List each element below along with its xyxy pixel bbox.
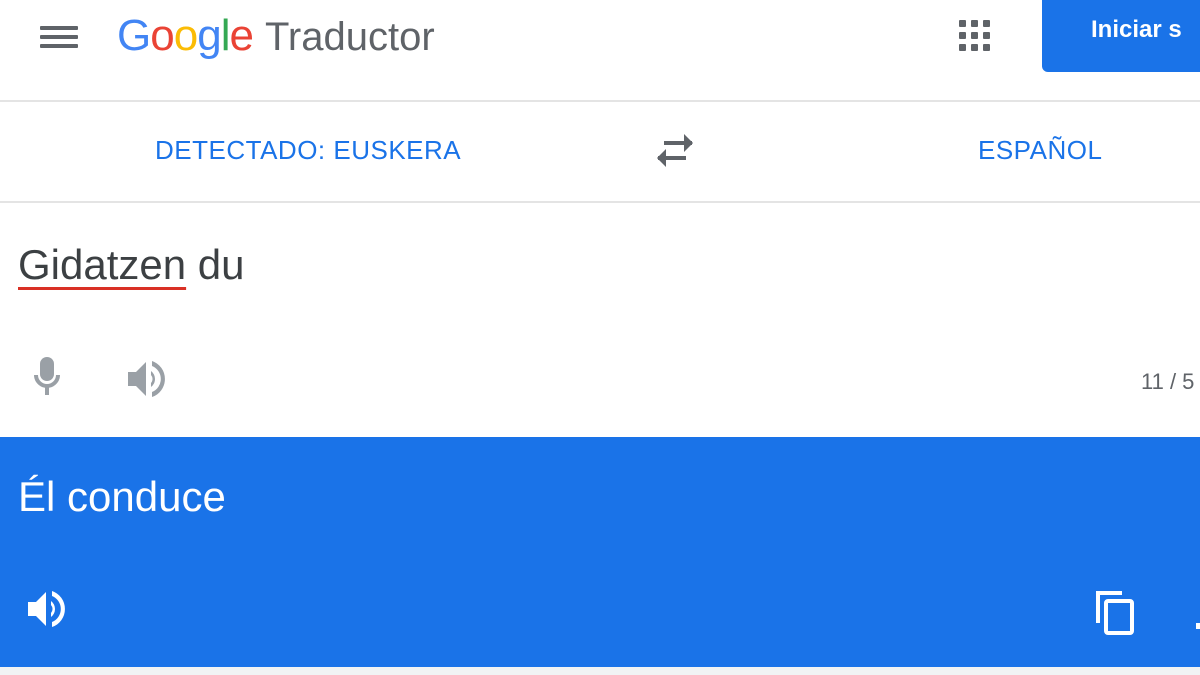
google-wordmark: Google [117,8,254,64]
logo-letter: o [173,11,199,60]
logo-letter: g [197,11,222,60]
misspelled-word[interactable]: Gidatzen [18,241,186,288]
product-name: Traductor [264,15,435,59]
partial-icon [1196,623,1200,629]
apps-grid-icon [959,20,990,51]
more-options-button[interactable] [1190,607,1200,631]
source-text[interactable]: Gidatzen du [18,241,245,289]
page-bottom-strip [0,667,1200,675]
speaker-icon [128,361,165,397]
swap-languages-button[interactable] [650,129,700,175]
character-count: 11 / 5 [1141,369,1195,394]
language-selector-bar: DETECTADO: EUSKERA ESPAÑOL [0,103,1200,203]
hamburger-menu-icon [40,26,78,30]
logo-letter: e [229,11,254,60]
copy-icon [1096,591,1134,635]
listen-source-button[interactable] [124,357,170,401]
top-app-bar: Google Traductor Iniciar s [0,0,1200,102]
google-translate-logo[interactable]: Google Traductor [117,8,435,64]
google-apps-button[interactable] [955,16,995,56]
voice-input-button[interactable] [28,355,66,401]
listen-translation-button[interactable] [24,587,70,631]
translate-page: Google Traductor Iniciar s DETECTADO: EU… [0,0,1200,675]
copy-translation-button[interactable] [1092,587,1138,637]
sign-in-button[interactable]: Iniciar s [1042,0,1200,72]
logo-letter: G [117,11,151,60]
translation-result-card: Él conduce [0,437,1200,667]
speaker-icon [28,591,65,627]
source-text-area[interactable]: Gidatzen du 11 / 5 [0,205,1200,437]
source-language-button[interactable]: DETECTADO: EUSKERA [155,135,461,166]
target-language-button[interactable]: ESPAÑOL [978,135,1102,166]
main-menu-button[interactable] [36,18,82,58]
translated-text: Él conduce [18,473,226,520]
microphone-icon [34,357,60,395]
source-text-rest: du [186,241,245,288]
logo-letter: o [150,11,175,60]
swap-arrows-icon [657,134,693,167]
